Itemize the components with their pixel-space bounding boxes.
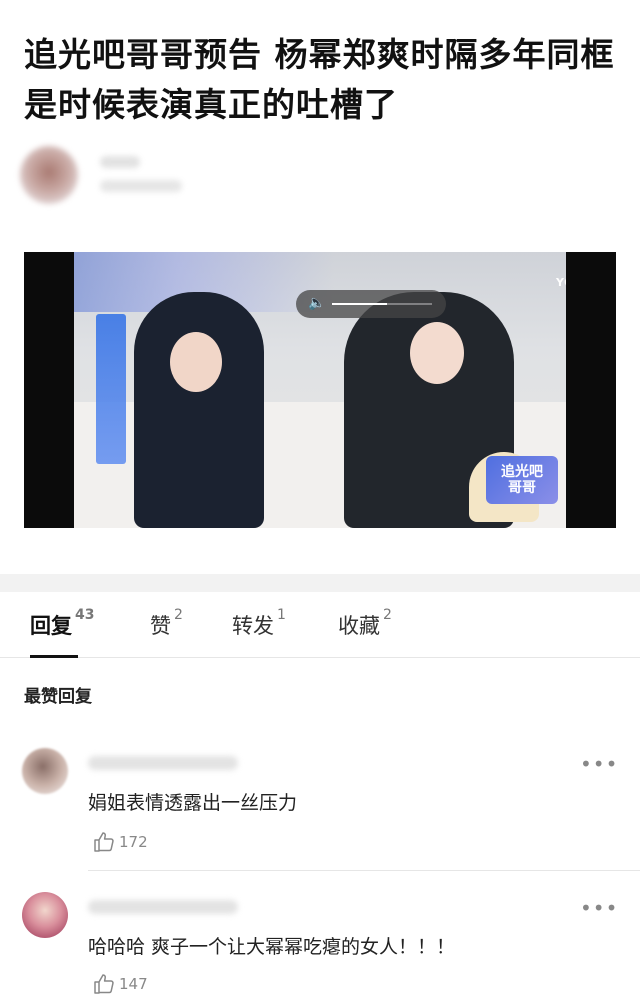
- show-logo: 追光吧 哥哥: [486, 456, 558, 504]
- author-meta-blurred: [100, 180, 182, 192]
- tab-favorites-count: 2: [383, 607, 392, 623]
- author-info[interactable]: [20, 146, 320, 210]
- tab-favorites[interactable]: 收藏 2: [338, 607, 392, 640]
- tab-likes-label: 赞: [150, 614, 171, 638]
- author-avatar[interactable]: [20, 146, 78, 204]
- like-button[interactable]: 172: [92, 830, 148, 854]
- post-title: 追光吧哥哥预告 杨幂郑爽时隔多年同框 是时候表演真正的吐槽了: [24, 35, 615, 124]
- person-left-face: [170, 332, 222, 392]
- tab-replies-count: 43: [75, 607, 95, 623]
- tab-reposts-count: 1: [277, 607, 286, 623]
- thumbs-up-icon: [94, 974, 114, 994]
- more-dots-icon[interactable]: •••: [580, 896, 618, 920]
- video-frame[interactable]: 追光吧 哥哥 YOUKU 🔈: [74, 252, 566, 528]
- commenter-avatar[interactable]: [22, 748, 68, 794]
- volume-track[interactable]: [332, 303, 432, 305]
- volume-level: [332, 303, 387, 305]
- tab-reposts[interactable]: 转发 1: [232, 607, 286, 640]
- person-left: [134, 292, 264, 528]
- comment-text: 哈哈哈 爽子一个让大幂幂吃瘪的女人！！！: [88, 936, 456, 958]
- youku-watermark: YOUKU: [556, 276, 566, 289]
- speaker-icon[interactable]: 🔈: [308, 295, 325, 311]
- tab-replies[interactable]: 回复 43: [30, 607, 95, 640]
- more-dots-icon[interactable]: •••: [580, 752, 618, 776]
- person-right-face: [410, 322, 464, 384]
- thumbs-up-icon: [94, 832, 114, 852]
- active-tab-indicator: [30, 655, 78, 658]
- comment-divider: [88, 870, 640, 871]
- tab-replies-label: 回复: [30, 614, 72, 638]
- top-replies-heading: 最赞回复: [24, 687, 92, 707]
- comment-text: 娟姐表情透露出一丝压力: [88, 792, 298, 814]
- commenter-name-blurred[interactable]: [88, 756, 238, 770]
- like-count: 147: [119, 975, 148, 993]
- commenter-name-blurred[interactable]: [88, 900, 238, 914]
- video-player[interactable]: 追光吧 哥哥 YOUKU 🔈: [24, 252, 616, 528]
- tab-likes-count: 2: [174, 607, 183, 623]
- author-name-blurred: [100, 156, 140, 168]
- like-count: 172: [119, 833, 148, 851]
- tab-reposts-label: 转发: [232, 614, 274, 638]
- section-divider: [0, 574, 640, 592]
- commenter-avatar[interactable]: [22, 892, 68, 938]
- like-button[interactable]: 147: [92, 972, 148, 996]
- side-banner: [96, 314, 126, 464]
- tab-favorites-label: 收藏: [338, 614, 380, 638]
- tab-likes[interactable]: 赞2: [150, 607, 183, 640]
- interaction-tabs: 回复 43 赞2 转发 1 收藏 2: [0, 592, 640, 658]
- volume-indicator[interactable]: 🔈: [296, 290, 446, 318]
